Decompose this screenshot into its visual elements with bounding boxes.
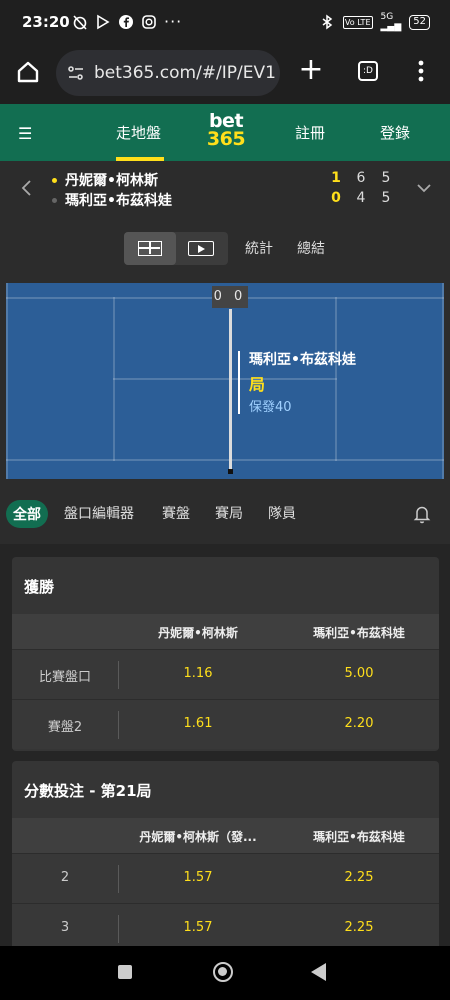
scoreboard: 丹妮爾•柯林斯 瑪利亞•布茲科娃 1 6 5 0 4 5 [0, 161, 450, 217]
login-link[interactable]: 登錄 [380, 122, 410, 143]
net-post [228, 469, 233, 474]
alarm-off-icon [73, 14, 87, 30]
row-label: 3 [60, 920, 70, 935]
facebook-icon [119, 14, 133, 29]
odds-button[interactable]: 2.25 [279, 870, 439, 885]
status-bar: 23:20 ··· Vo LTE 5G ▂▄▆ 52 [0, 0, 450, 44]
server-indicator-bar [238, 351, 240, 414]
nav-inplay[interactable]: 走地盤 [116, 122, 161, 143]
market-title[interactable]: 分數投注 - 第21局 [12, 761, 439, 818]
stats-tab[interactable]: 統計 [245, 238, 273, 258]
point-text: 保發40 [249, 400, 292, 415]
player-row-1: 丹妮爾•柯林斯 [52, 170, 158, 190]
menu-icon[interactable]: ☰ [18, 124, 32, 143]
column-header: 瑪利亞•布茲科娃 [313, 626, 405, 640]
view-toggle [124, 232, 228, 265]
filter-set[interactable]: 賽盤 [162, 503, 190, 523]
battery-indicator: 52 [409, 14, 430, 30]
set-score: 5 [381, 190, 391, 206]
game-label: 局 [249, 375, 266, 394]
tab-switcher-button[interactable]: :D [358, 61, 378, 81]
player-name: 丹妮爾•柯林斯 [65, 173, 158, 189]
server-name: 瑪利亞•布茲科娃 [249, 352, 356, 368]
player-name: 瑪利亞•布茲科娃 [65, 193, 172, 209]
home-nav-icon[interactable] [213, 962, 233, 982]
market-row: 2 1.57 2.25 [12, 853, 439, 903]
view-switcher: 統計 總結 [0, 217, 450, 281]
filter-game[interactable]: 賽局 [215, 503, 243, 523]
net-line [229, 309, 232, 473]
serving-indicator [52, 197, 57, 203]
odds-button[interactable]: 1.57 [118, 870, 278, 885]
market-row: 賽盤2 1.61 2.20 [12, 699, 439, 749]
back-icon[interactable] [311, 963, 326, 981]
browser-menu-icon[interactable] [413, 58, 429, 84]
volte-badge: Vo LTE [342, 15, 373, 29]
play-store-icon [97, 14, 110, 29]
filter-bet-builder[interactable]: 盤口編輯器 [64, 503, 134, 523]
court-visualization: 0 0 瑪利亞•布茲科娃 局 保發40 [0, 281, 450, 486]
market-row: 比賽盤口 1.16 5.00 [12, 649, 439, 699]
column-header: 瑪利亞•布茲科娃 [313, 830, 405, 844]
home-icon[interactable] [14, 58, 42, 86]
set-score: 4 [356, 190, 366, 206]
summary-tab[interactable]: 總結 [297, 238, 325, 258]
new-tab-button[interactable]: + [296, 55, 326, 86]
set-score: 1 [331, 170, 341, 186]
system-navigation-bar [0, 946, 450, 1000]
market-column-headers: 丹妮爾•柯林斯（發... 瑪利亞•布茲科娃 [12, 818, 439, 853]
more-notifications: ··· [164, 12, 183, 31]
url-text[interactable]: bet365.com/#/IP/EV1 [94, 63, 276, 83]
filter-team[interactable]: 隊員 [268, 503, 296, 523]
market-filter-bar: 全部 盤口編輯器 賽盤 賽局 隊員 [0, 486, 450, 544]
court-icon [138, 241, 162, 256]
column-header: 丹妮爾•柯林斯（發... [139, 830, 257, 844]
row-label: 賽盤2 [47, 720, 83, 735]
market-point-betting: 分數投注 - 第21局 丹妮爾•柯林斯（發... 瑪利亞•布茲科娃 2 1.57… [12, 761, 439, 961]
player-row-2: 瑪利亞•布茲科娃 [52, 190, 172, 210]
set-score: 6 [356, 170, 366, 186]
bluetooth-icon [322, 14, 333, 30]
column-header: 丹妮爾•柯林斯 [158, 626, 238, 640]
point-score: 0 0 [212, 286, 248, 308]
odds-button[interactable]: 5.00 [279, 666, 439, 681]
market-to-win: 獲勝 丹妮爾•柯林斯 瑪利亞•布茲科娃 比賽盤口 1.16 5.00 賽盤2 1… [12, 557, 439, 751]
video-icon[interactable] [188, 241, 214, 256]
odds-button[interactable]: 1.57 [118, 920, 278, 935]
set-score: 5 [381, 170, 391, 186]
browser-toolbar: bet365.com/#/IP/EV1 + :D [0, 44, 450, 104]
join-link[interactable]: 註冊 [295, 122, 325, 143]
address-bar[interactable]: bet365.com/#/IP/EV1 [56, 50, 280, 96]
row-label: 比賽盤口 [38, 670, 91, 685]
odds-button[interactable]: 1.61 [118, 716, 278, 731]
serving-indicator [52, 177, 57, 183]
bell-icon[interactable] [413, 504, 431, 524]
filter-all[interactable]: 全部 [6, 500, 48, 528]
signal-icon: 5G ▂▄▆ [380, 12, 402, 32]
market-title[interactable]: 獲勝 [12, 557, 439, 614]
market-column-headers: 丹妮爾•柯林斯 瑪利亞•布茲科娃 [12, 614, 439, 649]
site-settings-icon[interactable] [66, 63, 86, 83]
chevron-down-icon[interactable] [416, 183, 432, 193]
row-label: 2 [60, 870, 70, 885]
recents-icon[interactable] [118, 965, 132, 979]
odds-button[interactable]: 2.20 [279, 716, 439, 731]
odds-button[interactable]: 2.25 [279, 920, 439, 935]
instagram-icon [142, 14, 156, 29]
status-time: 23:20 [22, 13, 70, 31]
bet365-logo[interactable]: bet 365 [203, 112, 249, 149]
chevron-left-icon[interactable] [20, 179, 32, 197]
site-header: ☰ 走地盤 bet 365 註冊 登錄 [0, 104, 450, 161]
tennis-court: 0 0 瑪利亞•布茲科娃 局 保發40 [6, 283, 444, 479]
set-score: 0 [331, 190, 341, 206]
odds-button[interactable]: 1.16 [118, 666, 278, 681]
